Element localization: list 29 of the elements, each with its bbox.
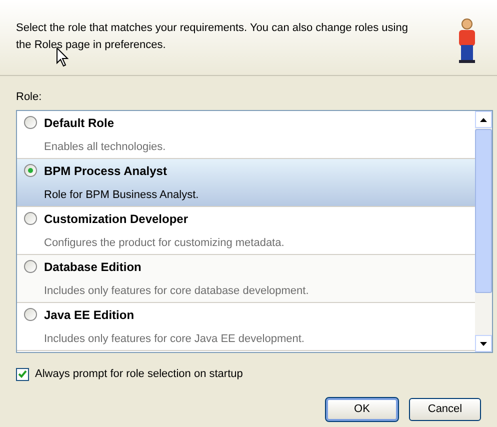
role-description: Enables all technologies. — [43, 140, 167, 155]
up-arrow-icon — [480, 118, 487, 122]
role-name: Default Role — [44, 114, 114, 132]
role-name: Database Edition — [44, 258, 142, 276]
radio-button[interactable] — [24, 164, 37, 178]
scroll-down-button[interactable] — [475, 335, 492, 352]
radio-button[interactable] — [24, 116, 37, 130]
instruction-text: Select the role that matches your requirements. You can also change roles using the Roles page in preferences. — [16, 21, 409, 53]
role-item[interactable]: Database Edition Includes only features for core database development. — [17, 255, 475, 303]
dialog-button[interactable]: Cancel — [409, 398, 481, 420]
role-description: Includes only features for core Java EE development. — [43, 332, 306, 347]
role-description: Role for BPM Business Analyst. — [43, 188, 200, 203]
role-item[interactable]: BPM Process Analyst Role for BPM Business Analyst. — [17, 159, 475, 207]
radio-button[interactable] — [24, 212, 37, 226]
scroll-up-button[interactable] — [475, 111, 492, 128]
role-name: Java EE Edition — [44, 306, 134, 324]
down-arrow-icon — [480, 342, 487, 346]
scrollbar[interactable] — [475, 111, 492, 352]
checkbox-label: Always prompt for role selection on startup — [35, 367, 243, 382]
checkbox[interactable] — [16, 368, 29, 381]
role-name: Customization Developer — [44, 210, 188, 228]
role-description: Configures the product for customizing metadata. — [43, 236, 286, 251]
radio-button[interactable] — [24, 308, 37, 322]
role-name: BPM Process Analyst — [44, 162, 167, 180]
dialog-button[interactable]: OK — [326, 398, 398, 420]
radio-button[interactable] — [24, 260, 37, 274]
role-label: Role: — [16, 90, 43, 104]
scroll-thumb[interactable] — [475, 129, 492, 293]
role-description: Includes only features for core database development. — [43, 284, 310, 299]
